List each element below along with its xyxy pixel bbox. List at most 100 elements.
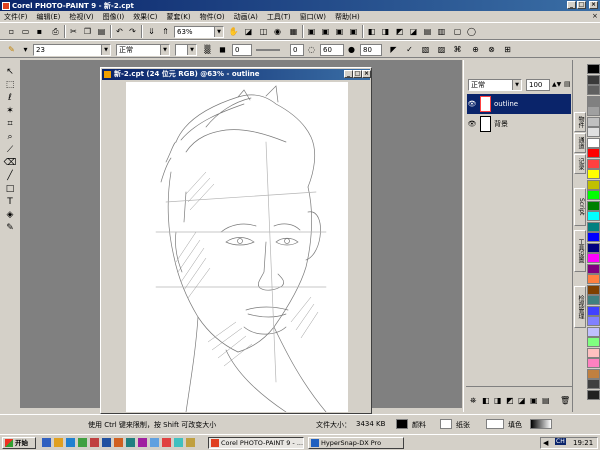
mask-mode-6-icon[interactable]: ▥: [436, 26, 447, 37]
undo-icon[interactable]: ↶: [114, 26, 125, 37]
rectangle-tool-icon[interactable]: □: [3, 183, 17, 196]
color-swatch[interactable]: [587, 221, 600, 232]
color-swatch[interactable]: [587, 85, 600, 95]
delete-layer-icon[interactable]: 🗑: [560, 396, 570, 405]
paint-tool-icon[interactable]: ✎: [3, 222, 17, 235]
color-swatch[interactable]: [587, 284, 600, 295]
color-swatch[interactable]: [587, 148, 600, 158]
pick-tool-icon[interactable]: ↖: [3, 66, 17, 79]
new-layer-icon[interactable]: ⛯: [470, 396, 476, 406]
doc-minimize-button[interactable]: _: [344, 70, 353, 78]
taskbar-app-hypersnap[interactable]: HyperSnap-DX Pro: [308, 437, 404, 449]
speaker-icon[interactable]: ◀: [543, 439, 548, 447]
magic-wand-icon[interactable]: ✶: [3, 105, 17, 118]
mask-icon[interactable]: ◪: [243, 26, 254, 37]
import-icon[interactable]: ⇓: [146, 26, 157, 37]
paper-color-swatch[interactable]: [440, 419, 452, 429]
menu-window[interactable]: 窗口(W): [300, 12, 326, 22]
pen-settings-icon[interactable]: ⌘: [452, 44, 463, 55]
quicklaunch-2-icon[interactable]: [54, 438, 63, 447]
tab-objects[interactable]: 物件: [574, 112, 586, 132]
color-swatch[interactable]: [587, 242, 600, 253]
app-launcher-icon[interactable]: ◉: [272, 26, 283, 37]
document-title-bar[interactable]: 新-2.cpt (24 位元 RGB) @63% - outline _ □ ×: [102, 69, 371, 80]
mask-mode-1-icon[interactable]: ◧: [366, 26, 377, 37]
menu-tools[interactable]: 工具(T): [267, 12, 291, 22]
layer-mode-1-icon[interactable]: ◧: [482, 396, 490, 405]
layer-merge-mode-combo[interactable]: 正常 ▼: [468, 79, 522, 91]
menu-effects[interactable]: 效果(C): [133, 12, 157, 22]
color-swatch[interactable]: [587, 358, 600, 368]
color-swatch[interactable]: [587, 232, 600, 242]
fullscreen-icon[interactable]: ◫: [258, 26, 269, 37]
start-button[interactable]: 开始: [2, 437, 36, 449]
export-icon[interactable]: ⇑: [160, 26, 171, 37]
ime-indicator[interactable]: CH: [555, 438, 566, 445]
density-icon[interactable]: ●: [346, 44, 357, 55]
color-swatch[interactable]: [587, 337, 600, 347]
color-swatch[interactable]: [587, 263, 600, 274]
mask-mode-2-icon[interactable]: ◨: [380, 26, 391, 37]
crop-icon[interactable]: ⌗: [3, 118, 17, 131]
quicklaunch-3-icon[interactable]: [66, 438, 75, 447]
dab-icon[interactable]: ▨: [436, 44, 447, 55]
rotate-field[interactable]: 0: [290, 44, 304, 56]
doc-close-button[interactable]: ×: [362, 70, 371, 78]
transparency-field[interactable]: 0: [232, 44, 252, 56]
layer-mode-2-icon[interactable]: ◨: [494, 396, 502, 405]
layer-row[interactable]: 👁 outline: [467, 94, 571, 114]
eye-icon[interactable]: 👁: [467, 120, 477, 128]
chevron-down-icon[interactable]: ▼: [160, 45, 169, 55]
eraser-icon[interactable]: ⌫: [3, 157, 17, 170]
color-swatch[interactable]: [587, 158, 600, 169]
color-swatch[interactable]: [587, 326, 600, 337]
color-swatch[interactable]: [587, 347, 600, 358]
menu-image[interactable]: 图像(I): [103, 12, 125, 22]
menu-view[interactable]: 检视(V): [69, 12, 93, 22]
print-icon[interactable]: ⎙: [50, 26, 61, 37]
density-field[interactable]: 80: [360, 44, 382, 56]
color-swatch[interactable]: [587, 127, 600, 137]
color-variation-icon[interactable]: ▧: [420, 44, 431, 55]
opacity-field[interactable]: 100: [526, 79, 550, 91]
eye-icon[interactable]: 👁: [467, 100, 477, 108]
hand-icon[interactable]: ✋: [228, 26, 239, 37]
color-swatch[interactable]: [587, 316, 600, 326]
chevron-down-icon[interactable]: ▼: [101, 45, 110, 55]
menu-edit[interactable]: 编辑(E): [37, 12, 61, 22]
feather-icon[interactable]: ◌: [306, 44, 317, 55]
quicklaunch-9-icon[interactable]: [138, 438, 147, 447]
zoom-tool-icon[interactable]: ⌕: [3, 131, 17, 144]
brush-settings-icon[interactable]: ◤: [388, 44, 399, 55]
copy-icon[interactable]: ❐: [82, 26, 93, 37]
quicklaunch-5-icon[interactable]: [90, 438, 99, 447]
options-2-icon[interactable]: ⊗: [486, 44, 497, 55]
close-button[interactable]: ×: [589, 1, 598, 9]
mask-mode-3-icon[interactable]: ◩: [394, 26, 405, 37]
quicklaunch-1-icon[interactable]: [42, 438, 51, 447]
quicklaunch-13-icon[interactable]: [186, 438, 195, 447]
color-swatch[interactable]: [587, 179, 600, 190]
layer-options-icon[interactable]: ▤: [564, 80, 571, 88]
menu-movie[interactable]: 动画(A): [234, 12, 258, 22]
brush-type-icon[interactable]: ▾: [20, 44, 31, 55]
tool-4-icon[interactable]: ▣: [348, 26, 359, 37]
paste-icon[interactable]: ▤: [96, 26, 107, 37]
color-swatch[interactable]: [587, 200, 600, 211]
new-file-icon[interactable]: ▫: [6, 26, 17, 37]
layer-mode-6-icon[interactable]: ▤: [542, 396, 550, 405]
color-swatch[interactable]: [587, 368, 600, 379]
color-swatch[interactable]: [587, 379, 600, 389]
doc-maximize-button[interactable]: □: [353, 70, 362, 78]
tool-3-icon[interactable]: ▣: [334, 26, 345, 37]
minimize-button[interactable]: _: [567, 1, 576, 9]
color-swatch[interactable]: [587, 253, 600, 263]
transparency-slider[interactable]: [256, 49, 280, 51]
mask-mode-5-icon[interactable]: ▤: [422, 26, 433, 37]
quicklaunch-8-icon[interactable]: [126, 438, 135, 447]
text-tool-icon[interactable]: T: [3, 196, 17, 209]
menu-file[interactable]: 文件(F): [4, 12, 28, 22]
color-swatch[interactable]: [587, 137, 600, 148]
color-swatch[interactable]: [587, 95, 600, 106]
color-swatch[interactable]: [587, 64, 600, 74]
